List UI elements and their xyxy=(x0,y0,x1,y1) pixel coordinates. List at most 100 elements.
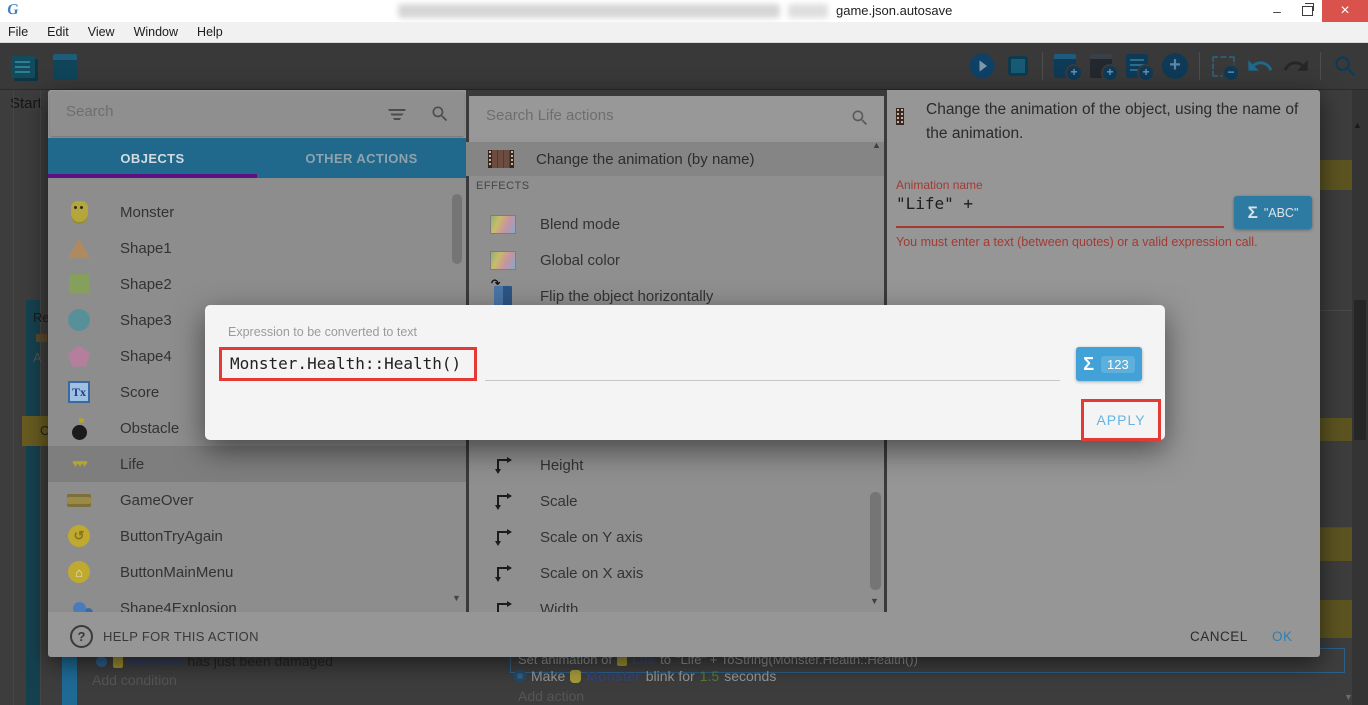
action-list-item[interactable]: Height xyxy=(466,447,884,483)
ok-button[interactable]: OK xyxy=(1272,629,1293,644)
title-blur-redaction xyxy=(788,4,828,18)
window-controls: – × xyxy=(1262,0,1368,22)
add-condition-link[interactable]: Add condition xyxy=(92,672,177,688)
expression-field-label: Expression to be converted to text xyxy=(228,325,417,339)
redo-icon[interactable] xyxy=(1281,51,1311,81)
menu-item-file[interactable]: File xyxy=(8,25,39,39)
search-icon[interactable] xyxy=(1330,51,1360,81)
scroll-down-icon[interactable]: ▼ xyxy=(1344,692,1353,702)
action-search-input[interactable] xyxy=(484,106,808,125)
event-indent-line xyxy=(40,90,41,705)
add-action-link[interactable]: Add action xyxy=(518,688,584,704)
scroll-down-icon[interactable]: ▼ xyxy=(452,593,461,603)
dialog-footer: ? HELP FOR THIS ACTION CANCEL OK xyxy=(48,615,1320,657)
actions-scrollbar-thumb[interactable] xyxy=(870,492,881,590)
help-button[interactable]: HELP FOR THIS ACTION xyxy=(103,629,259,644)
restore-button[interactable] xyxy=(1292,0,1322,22)
object-search-input[interactable] xyxy=(64,102,358,121)
field-underline-error xyxy=(896,226,1224,228)
debug-icon[interactable] xyxy=(1003,51,1033,81)
menu-item-view[interactable]: View xyxy=(88,25,126,39)
menu-item-edit[interactable]: Edit xyxy=(47,25,80,39)
search-icon xyxy=(430,104,450,124)
annotation-highlight-box: APPLY xyxy=(1081,399,1161,441)
action-list-item[interactable]: Global color xyxy=(466,242,884,278)
animation-icon xyxy=(488,150,514,168)
resize-icon xyxy=(490,524,516,550)
hearts-icon xyxy=(66,451,92,477)
add-event-icon[interactable] xyxy=(1052,51,1082,81)
pentagon-icon xyxy=(66,343,92,369)
retry-button-icon xyxy=(66,523,92,549)
action-list-item[interactable]: Scale on Y axis xyxy=(466,519,884,555)
event-indent-line xyxy=(13,90,14,705)
action-list-item[interactable]: Blend mode xyxy=(466,206,884,242)
expression-input[interactable]: Monster.Health::Health() xyxy=(230,354,461,373)
editor-tab-label[interactable]: Start xyxy=(10,95,42,112)
play-icon[interactable] xyxy=(967,51,997,81)
action-list-item[interactable]: Scale xyxy=(466,483,884,519)
selected-action-row[interactable]: Change the animation (by name) xyxy=(466,142,884,176)
object-list-item[interactable]: Monster xyxy=(48,194,466,230)
close-button[interactable]: × xyxy=(1322,0,1368,22)
add-comment-icon[interactable] xyxy=(1124,51,1154,81)
help-icon: ? xyxy=(70,625,93,648)
gdevelop-window: G game.json.autosave – × File Edit View Win… xyxy=(0,0,1368,705)
object-tabs: OBJECTSOTHER ACTIONS xyxy=(48,138,466,178)
toolbar xyxy=(0,43,1368,90)
open-expression-editor-button[interactable]: Σ "ABC" xyxy=(1234,196,1312,229)
filter-icon[interactable] xyxy=(388,109,406,120)
object-list-item[interactable]: Life xyxy=(48,446,466,482)
apply-button[interactable]: APPLY xyxy=(1096,412,1145,428)
object-list-item[interactable]: Shape1 xyxy=(48,230,466,266)
square-icon xyxy=(66,271,92,297)
explosion-icon xyxy=(66,595,92,612)
add-subevent-icon[interactable] xyxy=(1088,51,1118,81)
start-page-icon[interactable] xyxy=(50,52,80,82)
titlebar: G game.json.autosave – × xyxy=(0,0,1368,22)
object-list-item[interactable]: GameOver xyxy=(48,482,466,518)
home-button-icon xyxy=(66,559,92,585)
delete-event-icon[interactable] xyxy=(1209,51,1239,81)
cancel-button[interactable]: CANCEL xyxy=(1190,629,1248,644)
add-object-icon[interactable] xyxy=(1160,51,1190,81)
animation-name-field[interactable]: "Life" + xyxy=(896,194,973,213)
events-scrollbar-thumb[interactable] xyxy=(1354,300,1366,440)
menubar: File Edit View Window Help xyxy=(0,22,1368,43)
object-list-item[interactable]: ButtonTryAgain xyxy=(48,518,466,554)
object-list-item[interactable]: Shape2 xyxy=(48,266,466,302)
toolbar-separator xyxy=(1199,52,1200,80)
search-icon xyxy=(850,108,870,128)
title-blur-redaction xyxy=(398,4,780,18)
sigma-icon: Σ xyxy=(1248,203,1258,223)
window-title: game.json.autosave xyxy=(836,3,952,18)
action-list-item[interactable]: Scale on X axis xyxy=(466,555,884,591)
field-error-text: You must enter a text (between quotes) o… xyxy=(896,234,1276,250)
behavior-icon xyxy=(514,670,526,682)
scroll-up-icon[interactable]: ▲ xyxy=(872,140,881,150)
undo-icon[interactable] xyxy=(1245,51,1275,81)
project-manager-icon[interactable] xyxy=(8,52,38,82)
tab-objects[interactable]: OBJECTS xyxy=(48,138,257,178)
event-row-highlight xyxy=(1320,528,1352,561)
minimize-button[interactable]: – xyxy=(1262,0,1292,22)
object-icon xyxy=(570,670,581,683)
object-list-item[interactable]: ButtonMainMenu xyxy=(48,554,466,590)
toolbar-separator xyxy=(1042,52,1043,80)
action-list-item[interactable]: Width xyxy=(466,591,884,612)
toolbar-separator xyxy=(1320,52,1321,80)
resize-icon xyxy=(490,560,516,586)
scroll-up-icon[interactable]: ▲ xyxy=(1353,120,1362,130)
event-row-highlight xyxy=(1320,160,1352,190)
object-list-item[interactable]: Shape4Explosion xyxy=(48,590,466,612)
action-search-bar xyxy=(470,96,884,138)
open-number-expression-button[interactable]: Σ 123 xyxy=(1076,347,1142,381)
gradient-icon xyxy=(490,211,516,237)
event-action-row[interactable]: Make Monster blink for 1.5 seconds xyxy=(514,668,776,684)
menu-item-window[interactable]: Window xyxy=(134,25,189,39)
menu-item-help[interactable]: Help xyxy=(197,25,234,39)
triangle-icon xyxy=(66,235,92,261)
scroll-down-icon[interactable]: ▼ xyxy=(870,596,879,606)
object-list-scrollbar-thumb[interactable] xyxy=(452,194,462,264)
tab-other-actions[interactable]: OTHER ACTIONS xyxy=(257,138,466,178)
